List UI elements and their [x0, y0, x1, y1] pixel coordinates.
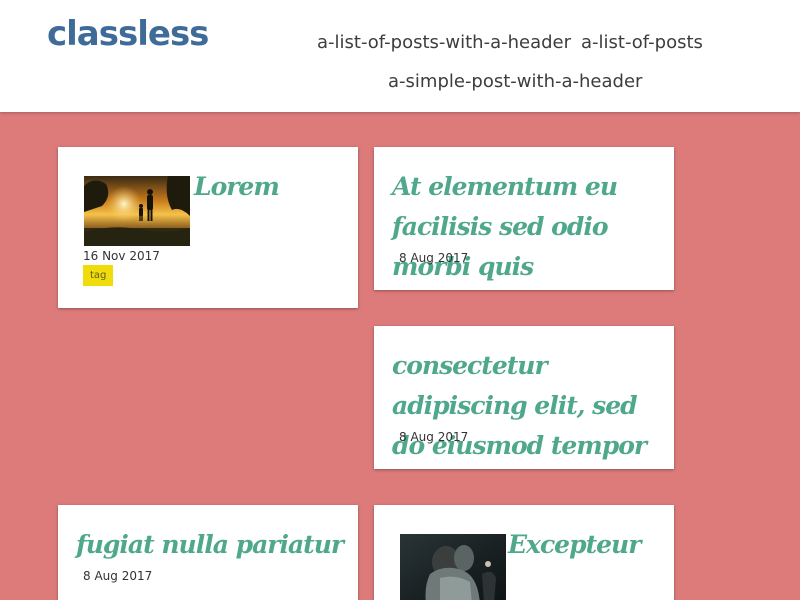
site-header: classless a-list-of-posts-with-a-header …	[0, 0, 800, 112]
post-title-consectetur[interactable]: consectetur adipiscing elit, sed do eius…	[392, 346, 674, 466]
post-date: 8 Aug 2017	[399, 251, 469, 265]
post-date: 8 Aug 2017	[399, 430, 469, 444]
post-date: 8 Aug 2017	[83, 569, 153, 583]
post-title-at-elementum[interactable]: At elementum eu facilisis sed odio morbi…	[392, 167, 672, 287]
post-title-lorem[interactable]: Lorem	[194, 167, 280, 207]
post-thumbnail-sunset[interactable]	[84, 176, 190, 246]
nav-link-list-of-posts[interactable]: a-list-of-posts	[581, 32, 703, 53]
post-title-fugiat[interactable]: fugiat nulla pariatur	[76, 525, 356, 565]
post-card-excepteur[interactable]: Excepteur	[374, 505, 674, 600]
post-card-fugiat[interactable]: fugiat nulla pariatur 8 Aug 2017	[58, 505, 358, 600]
post-date: 16 Nov 2017	[83, 249, 160, 263]
post-card-lorem[interactable]: Lorem 16 Nov 2017 tag	[58, 147, 358, 308]
nav-link-simple-post-with-header[interactable]: a-simple-post-with-a-header	[388, 71, 642, 92]
post-thumbnail-embrace[interactable]	[400, 534, 506, 600]
sunset-silhouette-image	[84, 176, 190, 246]
post-title-excepteur[interactable]: Excepteur	[508, 525, 641, 565]
site-title-link[interactable]: classless	[47, 14, 209, 54]
dark-embrace-image	[400, 534, 506, 600]
nav-link-list-of-posts-with-header[interactable]: a-list-of-posts-with-a-header	[317, 32, 571, 53]
post-card-at-elementum[interactable]: At elementum eu facilisis sed odio morbi…	[374, 147, 674, 290]
post-tag[interactable]: tag	[83, 265, 114, 286]
post-card-consectetur[interactable]: consectetur adipiscing elit, sed do eius…	[374, 326, 674, 469]
